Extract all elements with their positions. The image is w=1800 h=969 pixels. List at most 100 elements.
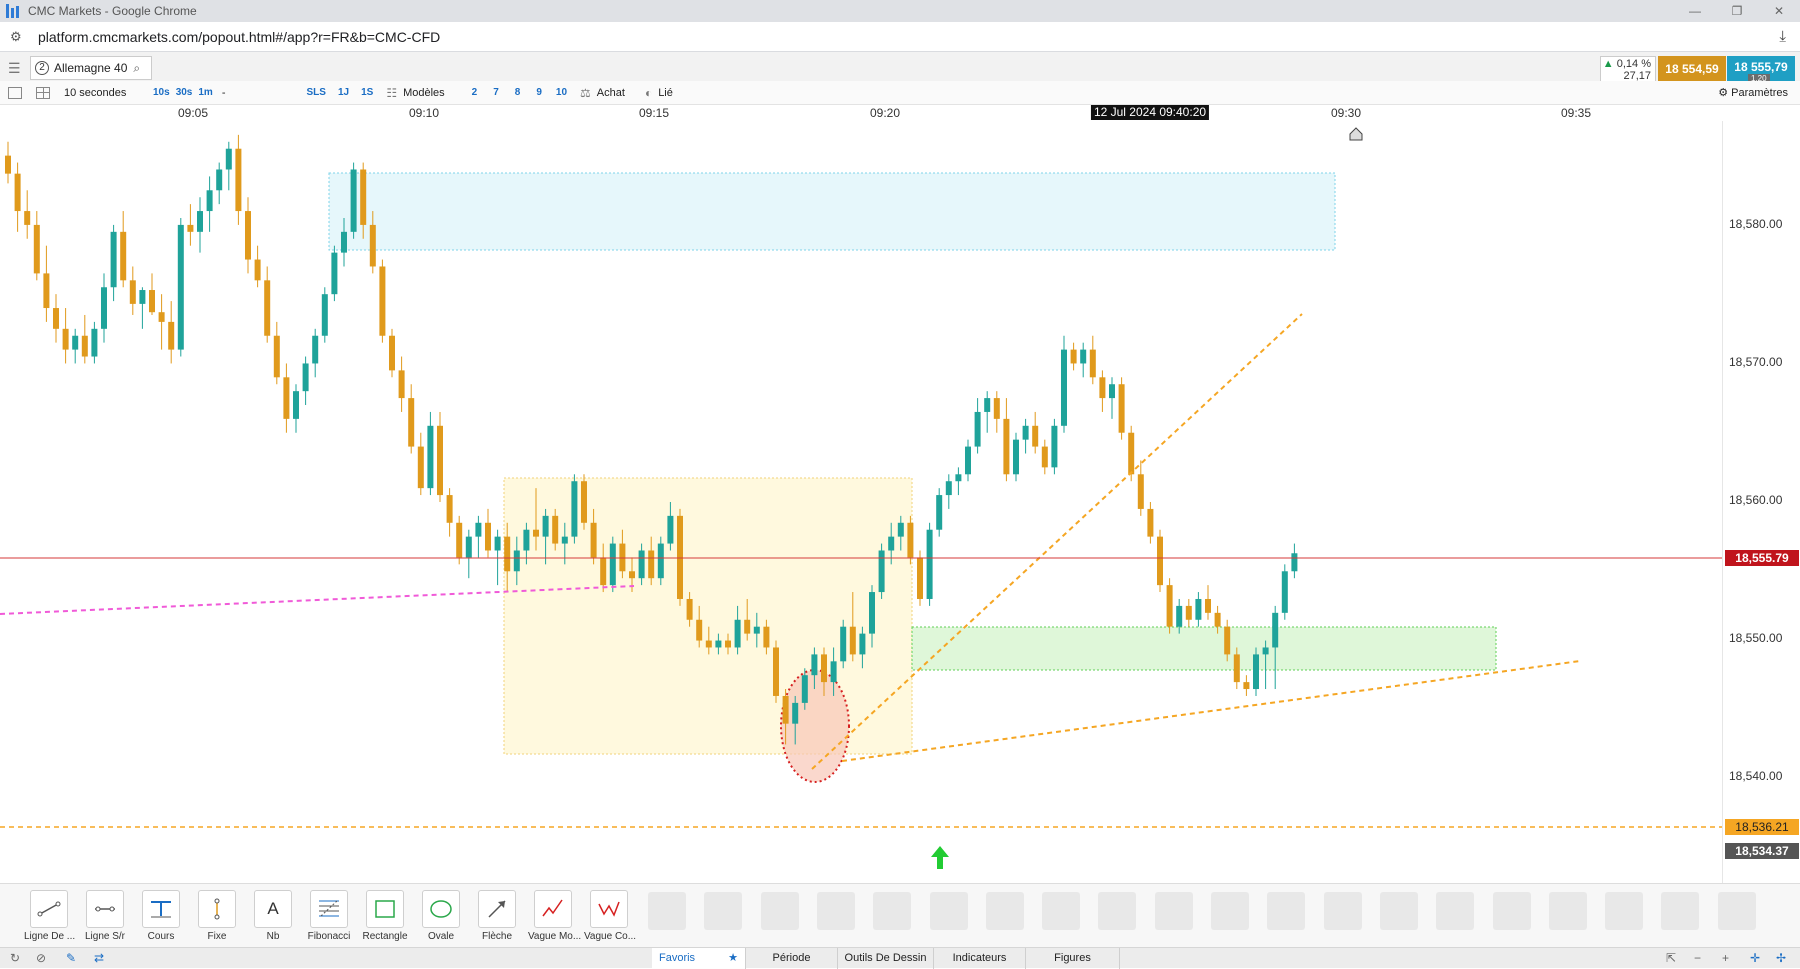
search-icon[interactable]: ⌕ xyxy=(133,61,140,76)
empty-tool-slot[interactable] xyxy=(1436,892,1475,930)
link-icon[interactable]: ◐ xyxy=(645,86,652,100)
empty-tool-slot[interactable] xyxy=(1492,892,1531,930)
empty-tool-slot[interactable] xyxy=(1042,892,1081,930)
empty-tool-slot[interactable] xyxy=(1548,892,1587,930)
rectangle-icon xyxy=(375,900,395,918)
tool-label: Ligne De ... xyxy=(24,931,76,942)
empty-tool-slot[interactable] xyxy=(648,892,686,930)
layout-7[interactable]: 7 xyxy=(490,87,502,98)
chart-toolbar: 10 secondes 10s 30s 1m - SLS 1J 1S ☷ Mod… xyxy=(0,81,1800,105)
tab-indicateurs[interactable]: Indicateurs xyxy=(934,948,1026,969)
layout-8[interactable]: 8 xyxy=(512,87,524,98)
empty-tool-slot[interactable] xyxy=(1717,892,1756,930)
minimize-icon[interactable]: — xyxy=(1674,0,1716,22)
templates-icon[interactable]: ☷ xyxy=(386,86,397,100)
linked-button[interactable]: Lié xyxy=(658,87,673,99)
interval-dash[interactable]: - xyxy=(222,87,226,99)
empty-tool-slot[interactable] xyxy=(1323,892,1362,930)
candle-body xyxy=(1118,384,1125,433)
empty-tool-slot[interactable] xyxy=(1605,892,1644,930)
tool-corrective-wave[interactable]: Vague Co... xyxy=(584,890,636,942)
layout-grid-icon[interactable] xyxy=(36,86,50,99)
tool-oval[interactable]: Ovale xyxy=(416,890,466,942)
empty-tool-slot[interactable] xyxy=(1154,892,1193,930)
crosshair-icon[interactable]: ✛ xyxy=(1750,951,1760,965)
settings-button[interactable]: ⚙ Paramètres xyxy=(1718,86,1788,99)
empty-tool-slot[interactable] xyxy=(1661,892,1700,930)
tool-text-note[interactable]: A Nb xyxy=(248,890,298,942)
candle-body xyxy=(504,536,511,572)
swap-icon[interactable]: ⇄ xyxy=(94,951,104,965)
week-button[interactable]: 1S xyxy=(358,87,376,98)
layout-10[interactable]: 10 xyxy=(553,87,570,98)
candle-body xyxy=(965,446,971,475)
candle-body xyxy=(581,481,587,523)
interval-30s[interactable]: 30s xyxy=(173,87,196,98)
tool-vertical-line[interactable]: Fixe xyxy=(192,890,242,942)
time-tick: 09:05 xyxy=(177,106,209,120)
tab-outils-de-dessin[interactable]: Outils De Dessin xyxy=(838,948,934,969)
menu-icon[interactable]: ☰ xyxy=(8,60,21,77)
tool-price-line[interactable]: Cours xyxy=(136,890,186,942)
price-chart[interactable] xyxy=(0,121,1800,883)
expand-icon[interactable]: ⇱ xyxy=(1666,951,1676,965)
sell-price-button[interactable]: 18 554,59 xyxy=(1658,56,1726,82)
empty-tool-slot[interactable] xyxy=(704,892,743,930)
candle-body xyxy=(792,702,799,724)
tab-figures[interactable]: Figures xyxy=(1026,948,1120,969)
buy-icon[interactable]: ⚖ xyxy=(580,86,591,100)
resistance-zone-rectangle xyxy=(328,172,1336,251)
change-pct: 0,14 % xyxy=(1616,58,1651,70)
empty-tool-slot[interactable] xyxy=(816,892,855,930)
tool-sr-line[interactable]: Ligne S/r xyxy=(80,890,130,942)
tab-periode[interactable]: Période xyxy=(746,948,838,969)
tool-motive-wave[interactable]: Vague Mo... xyxy=(528,890,581,942)
candle-body xyxy=(677,515,683,599)
day-button[interactable]: 1J xyxy=(335,87,352,98)
candle-body xyxy=(494,536,501,551)
interval-select[interactable]: 10 secondes xyxy=(64,87,150,99)
tool-arrow[interactable]: Flèche xyxy=(472,890,522,942)
price-tick: 18,540.00 xyxy=(1729,769,1783,783)
empty-tool-slot[interactable] xyxy=(760,892,799,930)
tool-trendline[interactable]: Ligne De ... xyxy=(24,890,76,942)
templates-button[interactable]: Modèles xyxy=(403,87,445,99)
candle-body xyxy=(1185,605,1192,620)
disable-icon[interactable]: ⊘ xyxy=(36,951,46,965)
empty-tool-slot[interactable] xyxy=(1267,892,1306,930)
instrument-selector[interactable]: 2 Allemagne 40 ⌕ xyxy=(30,56,152,80)
tool-fibonacci[interactable]: Fibonacci xyxy=(304,890,354,942)
empty-tool-slot[interactable] xyxy=(873,892,912,930)
empty-tool-slot[interactable] xyxy=(1379,892,1418,930)
candle-body xyxy=(475,522,482,537)
empty-tool-slot[interactable] xyxy=(929,892,968,930)
candle-body xyxy=(1022,425,1029,440)
time-tick: 09:30 xyxy=(1330,106,1362,120)
site-settings-icon[interactable]: ⚙ xyxy=(10,29,24,44)
empty-tool-slot[interactable] xyxy=(985,892,1024,930)
panel-list-icon[interactable] xyxy=(8,86,22,99)
sls-button[interactable]: SLS xyxy=(304,87,329,98)
restore-icon[interactable]: ❐ xyxy=(1716,0,1758,22)
empty-tool-slot[interactable] xyxy=(1098,892,1137,930)
tab-favoris[interactable]: Favoris ★ xyxy=(652,948,746,969)
interval-10s[interactable]: 10s xyxy=(150,87,173,98)
refresh-icon[interactable]: ↻ xyxy=(10,951,20,965)
candle-body xyxy=(283,377,290,419)
close-icon[interactable]: ✕ xyxy=(1758,0,1800,22)
zoom-in-icon[interactable]: + xyxy=(1722,951,1729,965)
interval-1m[interactable]: 1m xyxy=(195,87,215,98)
tool-rectangle[interactable]: Rectangle xyxy=(360,890,410,942)
candle-body xyxy=(1291,553,1298,572)
empty-tool-slot[interactable] xyxy=(1211,892,1249,930)
url-text[interactable]: platform.cmcmarkets.com/popout.html#/app… xyxy=(38,29,440,45)
download-icon[interactable]: ⤓ xyxy=(1779,28,1786,45)
crosshair-lock-icon[interactable]: ✢ xyxy=(1776,951,1786,965)
pencil-icon[interactable]: ✎ xyxy=(66,951,76,965)
layout-9[interactable]: 9 xyxy=(533,87,545,98)
panel-number: 2 xyxy=(35,61,49,75)
buy-button[interactable]: Achat xyxy=(597,87,625,99)
zoom-out-icon[interactable]: − xyxy=(1694,951,1701,965)
candle-body xyxy=(1281,571,1288,613)
layout-2[interactable]: 2 xyxy=(469,87,481,98)
